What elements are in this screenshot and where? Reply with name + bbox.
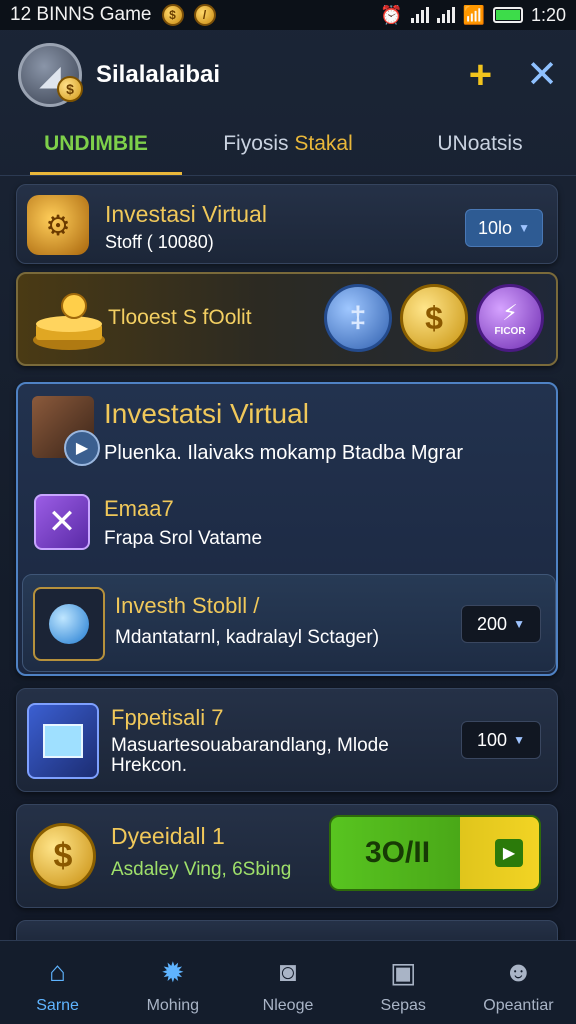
fppetisali-title: Fppetisali 7 bbox=[111, 705, 224, 730]
nav-sarne-label: Sarne bbox=[36, 997, 79, 1014]
dyeeidall-title: Dyeeidall 1 bbox=[111, 823, 225, 849]
x-badge-icon[interactable]: ✕ bbox=[34, 494, 90, 550]
nav-opeantiar[interactable]: ☻ Opeantiar bbox=[461, 941, 576, 1024]
close-button[interactable]: ✕ bbox=[526, 56, 558, 94]
tab-fiyosis-label-b: Stakal bbox=[294, 132, 353, 155]
tab-fiyosis[interactable]: Fiyosis Stakal bbox=[192, 120, 384, 175]
item-emaa-sub: Frapa Srol Vatame bbox=[104, 528, 263, 549]
dollar-coin-icon: $ bbox=[27, 817, 99, 895]
purple-coin-icon[interactable]: ⚡ FICOR bbox=[476, 284, 544, 352]
invest-card-2: ▶ Investatsi Virtual Pluenka. Ilaivaks m… bbox=[16, 382, 558, 676]
app-header: ◢ $ Silalalaibai + ✕ bbox=[0, 30, 576, 120]
item-emaa-title: Emaa7 bbox=[104, 496, 174, 521]
amount-dropdown-3[interactable]: 100 ▼ bbox=[461, 721, 541, 759]
profile-icon: ☻ bbox=[503, 956, 534, 987]
signal-icon-2 bbox=[436, 7, 455, 23]
gear-sun-icon: ✹ bbox=[161, 956, 185, 988]
amount-dropdown-1-value: 10lo bbox=[478, 217, 513, 238]
invest-card-2-sub: Pluenka. Ilaivaks mokamp Btadba Mgrar bbox=[104, 442, 464, 464]
dyeeidall-button-label: 3O/II bbox=[365, 836, 431, 869]
chevron-down-icon: ▼ bbox=[518, 221, 530, 235]
fppetisali-sub-2: Hrekcon. bbox=[111, 755, 188, 776]
signal-icon bbox=[410, 7, 429, 23]
amount-dropdown-2[interactable]: 200 ▼ bbox=[461, 605, 541, 643]
battery-icon bbox=[492, 7, 523, 23]
dyeeidall-card[interactable]: $ Dyeeidall 1 Asdaley Ving, 6Sbing 3O/II… bbox=[16, 804, 558, 908]
tab-unoatsis[interactable]: UNoatsis bbox=[384, 120, 576, 175]
invest-card-1[interactable]: ⚙ Investasi Virtual Stoff ( 10080) 10lo … bbox=[16, 184, 558, 264]
page-title: Silalalaibai bbox=[96, 61, 221, 88]
tab-bar: UNDIMBIE Fiyosis Stakal UNoatsis bbox=[0, 120, 576, 176]
invest-card-1-sub: Stoff ( 10080) bbox=[105, 232, 214, 252]
status-app-label: 12 BINNS Game bbox=[10, 4, 152, 25]
tab-fiyosis-label-a: Fiyosis bbox=[223, 132, 289, 155]
amount-dropdown-2-value: 200 bbox=[477, 613, 508, 634]
invest-card-1-title: Investasi Virtual bbox=[105, 201, 267, 227]
chevron-down-icon: ▼ bbox=[513, 617, 525, 631]
amount-dropdown-3-value: 100 bbox=[477, 729, 508, 750]
coin-icon: $ bbox=[161, 4, 184, 26]
dyeeidall-sub: Asdaley Ving, 6Sbing bbox=[111, 859, 292, 880]
fppetisali-card[interactable]: Fppetisali 7 Masuartesouabarandlang, Mlo… bbox=[16, 688, 558, 792]
chevron-down-icon: ▼ bbox=[513, 733, 525, 747]
monitor-icon bbox=[27, 703, 99, 779]
fppetisali-sub-1: Masuartesouabarandlang, Mlode bbox=[111, 735, 389, 756]
item-invest-stock-sub: Mdantatarnl, kadralayl Sctager) bbox=[115, 627, 380, 648]
nav-sepas-label: Sepas bbox=[380, 997, 426, 1014]
invest-card-2-title: Investatsi Virtual bbox=[104, 398, 309, 429]
amount-dropdown-1[interactable]: 10lo ▼ bbox=[465, 209, 543, 247]
nav-mohing-label: Mohing bbox=[146, 997, 200, 1014]
clock: 1:20 bbox=[530, 4, 566, 25]
arrow-right-icon: ▶ bbox=[495, 839, 523, 867]
nav-sepas[interactable]: ▣ Sepas bbox=[346, 941, 461, 1024]
alarm-icon: ⏰ bbox=[380, 4, 403, 25]
nav-nleoge-label: Nleoge bbox=[262, 997, 314, 1014]
nav-mohing[interactable]: ✹ Mohing bbox=[115, 941, 230, 1024]
inbox-icon: ▣ bbox=[389, 956, 417, 988]
close-icon: ✕ bbox=[526, 54, 558, 96]
video-play-icon[interactable]: ▶ bbox=[32, 396, 100, 466]
promo-banner[interactable]: Tlooest S fOolit ‡ $ ⚡ FICOR bbox=[16, 272, 558, 366]
purple-coin-label: FICOR bbox=[494, 325, 526, 337]
invest-stock-row[interactable]: Investh Stobll / Mdantatarnl, kadralayl … bbox=[22, 574, 556, 672]
blue-coin-icon[interactable]: ‡ bbox=[324, 284, 392, 352]
nav-opeantiar-label: Opeantiar bbox=[483, 997, 554, 1014]
dollar-coin-icon: $ bbox=[57, 76, 83, 102]
nav-sarne[interactable]: ⌂ Sarne bbox=[0, 941, 115, 1024]
status-bar: 12 BINNS Game $ / ⏰ 📶 1:20 bbox=[0, 0, 576, 30]
item-invest-stock-title: Investh Stobll / bbox=[115, 593, 260, 618]
add-button[interactable]: + bbox=[469, 55, 492, 95]
wifi-icon: 📶 bbox=[462, 4, 485, 25]
camera-icon: ◙ bbox=[279, 956, 297, 987]
gold-coins-icon bbox=[26, 286, 112, 354]
tab-undimbie[interactable]: UNDIMBIE bbox=[0, 120, 192, 175]
promo-text: Tlooest S fOolit bbox=[108, 306, 252, 329]
magnifier-orb-icon bbox=[33, 587, 105, 661]
bottom-nav: ⌂ Sarne ✹ Mohing ◙ Nleoge ▣ Sepas ☻ Opea… bbox=[0, 940, 576, 1024]
coin-icon-2: / bbox=[193, 4, 216, 26]
nav-nleoge[interactable]: ◙ Nleoge bbox=[230, 941, 345, 1024]
home-icon: ⌂ bbox=[49, 956, 67, 987]
lightning-icon: ⚡ bbox=[502, 299, 518, 325]
gold-coin-icon[interactable]: $ bbox=[400, 284, 468, 352]
dyeeidall-action-button[interactable]: 3O/II ▶ bbox=[329, 815, 541, 891]
avatar[interactable]: ◢ $ bbox=[18, 43, 83, 107]
plus-icon: + bbox=[468, 53, 493, 97]
treasure-icon: ⚙ bbox=[27, 195, 89, 255]
